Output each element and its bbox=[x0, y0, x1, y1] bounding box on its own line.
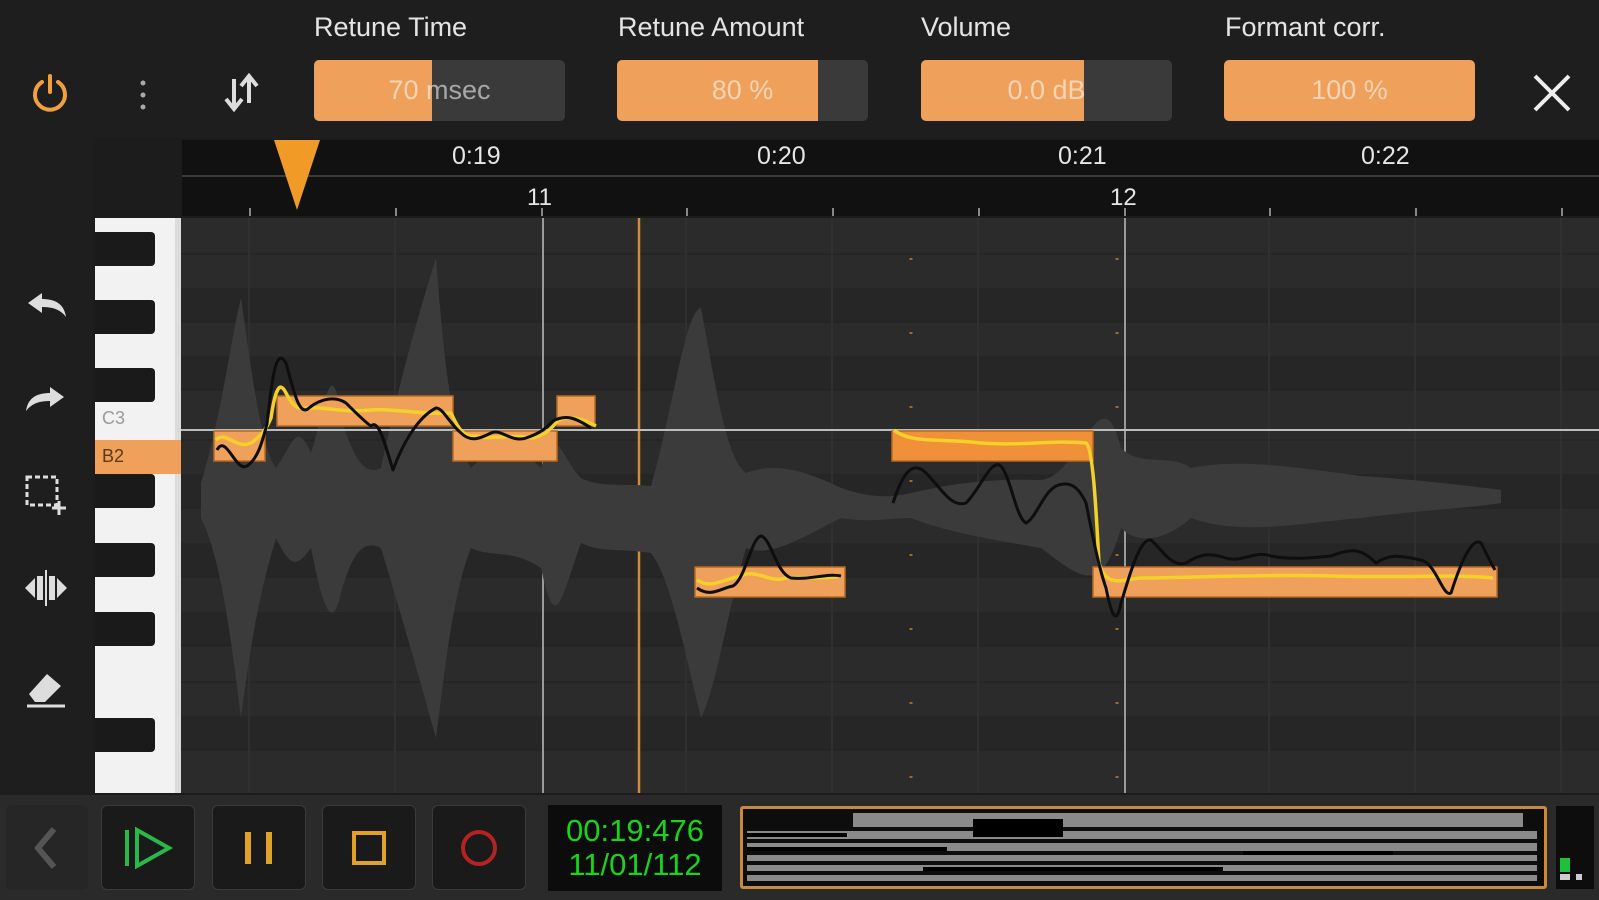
retune-amount-value: 80 % bbox=[711, 75, 774, 105]
black-key[interactable] bbox=[95, 300, 155, 334]
formant-corr-slider[interactable]: 100 % bbox=[1224, 60, 1475, 121]
ruler-bar-label: 12 bbox=[1110, 184, 1137, 211]
undo-icon[interactable] bbox=[18, 278, 74, 334]
key-label-b2: B2 bbox=[102, 446, 125, 466]
volume-slider[interactable]: 0.0 dB bbox=[921, 60, 1172, 121]
formant-corr-label: Formant corr. bbox=[1225, 12, 1386, 42]
pause-icon bbox=[245, 831, 272, 864]
retune-time-slider[interactable]: 70 msec bbox=[314, 60, 565, 121]
volume-value: 0.0 dB bbox=[1007, 75, 1086, 105]
vertical-dots-icon[interactable] bbox=[128, 70, 158, 120]
volume-label: Volume bbox=[921, 12, 1012, 42]
ruler-time-label: 0:19 bbox=[452, 142, 501, 170]
level-meter bbox=[1556, 806, 1594, 889]
play-button[interactable] bbox=[101, 805, 195, 890]
power-icon[interactable] bbox=[22, 66, 78, 122]
chevron-left-icon[interactable] bbox=[6, 805, 88, 890]
retune-amount-label: Retune Amount bbox=[618, 12, 805, 42]
ruler-time-label: 0:21 bbox=[1058, 142, 1107, 170]
track-overview[interactable] bbox=[740, 806, 1547, 889]
ruler-bar-label: 11 bbox=[527, 184, 552, 211]
time-display: 00:19:476 11/01/112 bbox=[548, 805, 722, 891]
split-icon[interactable] bbox=[18, 560, 74, 616]
play-icon bbox=[125, 826, 174, 869]
select-rect-icon[interactable] bbox=[18, 466, 74, 522]
black-key[interactable] bbox=[95, 718, 155, 752]
black-key[interactable] bbox=[95, 232, 155, 266]
retune-amount-slider[interactable]: 80 % bbox=[617, 60, 868, 121]
eraser-icon[interactable] bbox=[18, 660, 74, 716]
stop-icon bbox=[352, 830, 386, 865]
stop-button[interactable] bbox=[322, 805, 416, 890]
black-key[interactable] bbox=[95, 543, 155, 577]
formant-corr-value: 100 % bbox=[1311, 75, 1388, 105]
pause-button[interactable] bbox=[212, 805, 306, 890]
playhead-marker[interactable] bbox=[272, 140, 322, 212]
ruler-time-label: 0:20 bbox=[757, 142, 806, 170]
record-button[interactable] bbox=[432, 805, 526, 890]
position-readout: 11/01/112 bbox=[568, 847, 702, 882]
close-icon[interactable] bbox=[1525, 66, 1579, 120]
black-key[interactable] bbox=[95, 368, 155, 402]
retune-time-label: Retune Time bbox=[314, 12, 468, 42]
ruler-time-label: 0:22 bbox=[1361, 142, 1410, 170]
pitch-editor-grid[interactable] bbox=[181, 218, 1599, 793]
key-label-c3: C3 bbox=[102, 408, 126, 428]
up-down-arrows-icon[interactable] bbox=[216, 68, 266, 118]
retune-time-value: 70 msec bbox=[388, 75, 491, 105]
redo-icon[interactable] bbox=[18, 372, 74, 428]
black-key[interactable] bbox=[95, 474, 155, 508]
time-readout: 00:19:476 bbox=[566, 813, 704, 848]
black-key[interactable] bbox=[95, 612, 155, 646]
record-icon bbox=[461, 829, 497, 866]
